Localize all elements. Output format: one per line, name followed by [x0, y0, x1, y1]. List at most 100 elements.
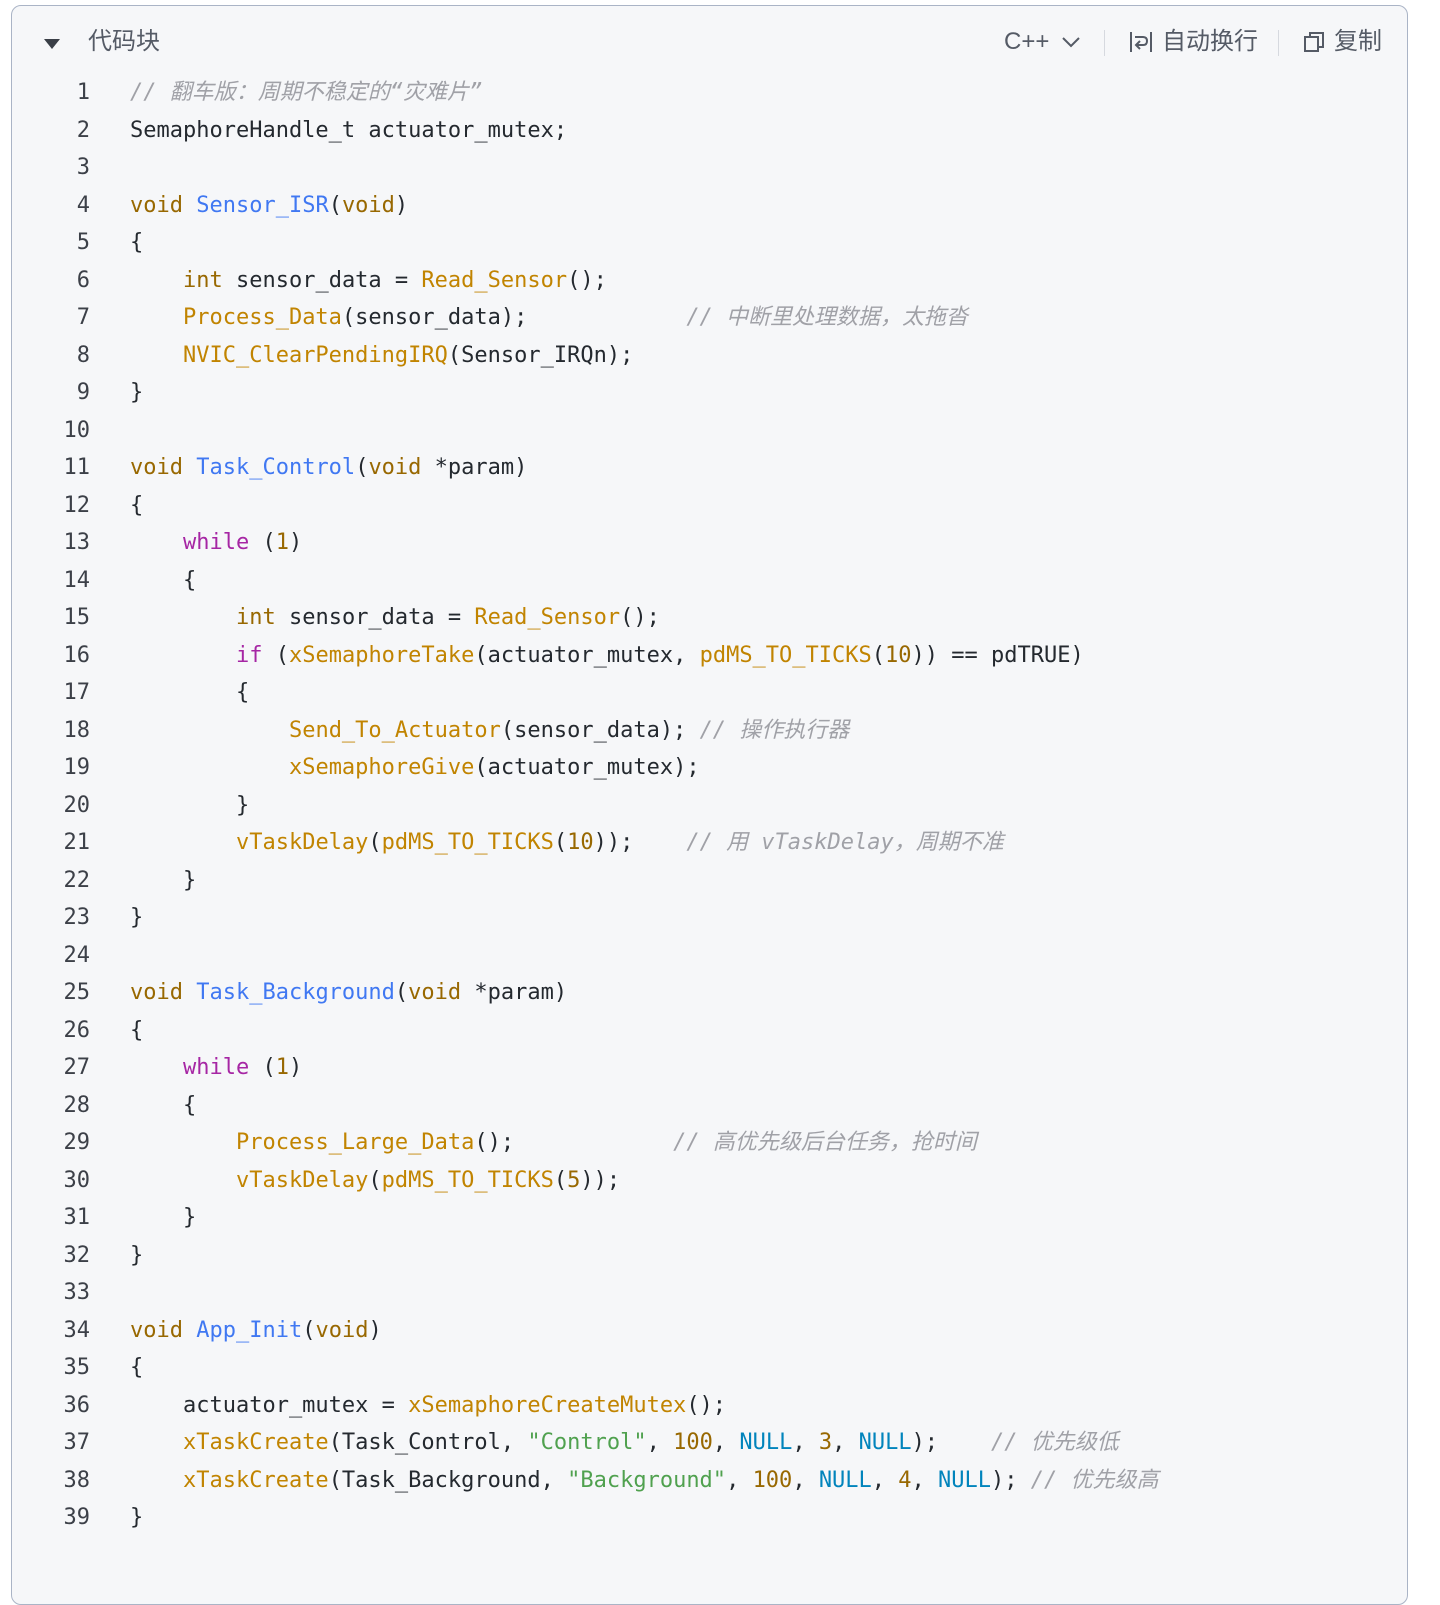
line-number: 2 [76, 117, 90, 143]
code-line-text: void Task_Control(void *param) [130, 449, 527, 487]
code-line: 3 [12, 149, 1407, 187]
code-line-text: { [130, 1087, 196, 1125]
code-line-text: // 翻车版：周期不稳定的“灾难片” [130, 74, 482, 112]
code-line: 28 { [12, 1087, 1407, 1125]
code-line: 19 xSemaphoreGive(actuator_mutex); [12, 749, 1407, 787]
code-line-text: { [130, 224, 143, 262]
code-line: 38 xTaskCreate(Task_Background, "Backgro… [12, 1462, 1407, 1500]
code-token: NULL [739, 1430, 793, 1455]
code-line-text: Process_Large_Data(); // 高优先级后台任务，抢时间 [130, 1124, 977, 1162]
code-line-text: vTaskDelay(pdMS_TO_TICKS(10)); // 用 vTas… [130, 824, 1004, 862]
code-token: Sensor_ISR [196, 192, 329, 218]
code-token: (Task_Control, [328, 1430, 528, 1455]
code-line-text: int sensor_data = Read_Sensor(); [130, 262, 607, 300]
code-token: { [130, 492, 144, 518]
code-token: (); [474, 1130, 674, 1155]
code-line-text: actuator_mutex = xSemaphoreCreateMutex()… [130, 1387, 726, 1425]
code-line: 22 } [12, 862, 1407, 900]
code-token: ( [355, 455, 369, 480]
code-line: 29 Process_Large_Data(); // 高优先级后台任务，抢时间 [12, 1124, 1407, 1162]
code-token: pdMS_TO_TICKS [381, 1167, 554, 1193]
code-token: sensor_data = [222, 267, 422, 293]
code-token: Send_To_Actuator [288, 717, 501, 743]
code-line: 10 [12, 412, 1407, 450]
code-token: )); [580, 1167, 621, 1193]
line-number: 18 [63, 717, 91, 743]
code-token: if [235, 642, 263, 668]
code-line: 1 // 翻车版：周期不稳定的“灾难片” [12, 74, 1407, 112]
line-number: 15 [63, 605, 91, 630]
code-token: ) [394, 192, 409, 218]
code-line-text: xTaskCreate(Task_Control, "Control", 100… [130, 1424, 1119, 1462]
code-token: // 翻车版：周期不稳定的“灾难片” [130, 80, 483, 105]
code-token: ) [368, 1317, 382, 1343]
code-line: 6 int sensor_data = Read_Sensor(); [12, 262, 1407, 300]
word-wrap-button[interactable]: 自动换行 [1128, 26, 1258, 58]
code-line-text: } [130, 899, 143, 937]
line-number: 33 [63, 1280, 91, 1305]
code-line-text: Send_To_Actuator(sensor_data); // 操作执行器 [130, 712, 849, 750]
code-token: ( [553, 1167, 568, 1193]
code-line: 31 } [12, 1199, 1407, 1237]
code-line: 14 { [12, 562, 1407, 600]
code-token: , [712, 1430, 740, 1455]
code-line: 5{ [12, 224, 1407, 262]
code-line: 32} [12, 1237, 1407, 1275]
code-token: , [832, 1430, 859, 1455]
code-token: vTaskDelay [235, 830, 369, 855]
code-line: 9} [12, 374, 1407, 412]
code-token: 100 [752, 1467, 793, 1493]
copy-label: 复制 [1334, 28, 1382, 55]
line-number: 9 [76, 380, 90, 405]
code-token: , [726, 1467, 753, 1493]
code-token: (); [567, 267, 607, 293]
code-line-text: } [130, 1237, 143, 1275]
code-line-text: } [130, 1199, 196, 1237]
collapse-toggle-icon[interactable] [42, 34, 62, 54]
code-line: 7 Process_Data(sensor_data); // 中断里处理数据，… [12, 299, 1407, 337]
code-line-text: Process_Data(sensor_data); // 中断里处理数据，太拖… [130, 299, 968, 337]
line-number: 22 [63, 867, 91, 893]
code-token: (actuator_mutex); [474, 755, 700, 780]
code-line: 37 xTaskCreate(Task_Control, "Control", … [12, 1424, 1407, 1462]
code-token: ( [871, 642, 886, 668]
code-token: (actuator_mutex, [474, 642, 700, 668]
code-token: Task_Control [196, 455, 356, 480]
code-token: } [130, 1242, 144, 1268]
code-token: ( [394, 980, 409, 1005]
code-token: } [130, 905, 144, 930]
code-line-text: int sensor_data = Read_Sensor(); [130, 599, 660, 637]
line-number: 7 [76, 305, 90, 330]
code-line-text: } [130, 862, 196, 900]
header-divider [1278, 30, 1279, 56]
line-number: 1 [76, 80, 90, 105]
code-line: 23} [12, 899, 1407, 937]
code-line: 36 actuator_mutex = xSemaphoreCreateMute… [12, 1387, 1407, 1425]
code-token: (); [686, 1392, 727, 1418]
code-token: { [130, 1092, 197, 1118]
code-token: ( [328, 192, 342, 218]
code-token: *param) [421, 455, 528, 480]
copy-button[interactable]: 复制 [1302, 26, 1382, 58]
code-line-text: while (1) [130, 1049, 302, 1087]
code-token: , [911, 1467, 939, 1493]
code-token: Task_Background [196, 980, 395, 1005]
code-token: xSemaphoreCreateMutex [408, 1392, 687, 1418]
code-token: // 操作执行器 [699, 717, 850, 743]
copy-icon [1302, 30, 1326, 54]
code-token: 4 [898, 1467, 912, 1493]
code-token: (Sensor_IRQn); [447, 342, 634, 368]
language-select[interactable]: C++ [1004, 26, 1081, 58]
code-block: 代码块 C++ 自动换行 复制 1 // 翻车版：周期不稳定的“灾难片” 2 S… [11, 5, 1408, 1605]
code-line: 30 vTaskDelay(pdMS_TO_TICKS(5)); [12, 1162, 1407, 1200]
code-token: , [792, 1430, 819, 1455]
code-token: } [130, 380, 144, 405]
code-line-text: xSemaphoreGive(actuator_mutex); [130, 749, 700, 787]
code-token: (sensor_data); [500, 717, 700, 743]
line-number: 28 [63, 1092, 91, 1118]
